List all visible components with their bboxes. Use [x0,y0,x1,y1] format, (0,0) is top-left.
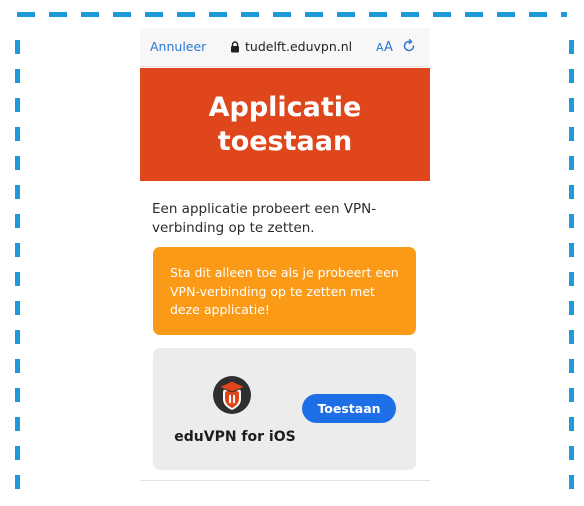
cancel-button[interactable]: Annuleer [150,39,206,54]
bottom-divider [140,480,430,481]
eduvpn-graduate-icon [213,376,251,414]
lock-icon [231,40,239,52]
reload-icon[interactable] [401,38,417,54]
reader-text-size-button[interactable]: AA [376,40,393,55]
browser-sheet: Annuleer tudelft.eduvpn.nl AA Applicatie… [140,28,430,506]
dashed-frame-right [569,40,574,496]
warning-text: Sta dit alleen toe als je probeert een V… [170,265,399,317]
url-text: tudelft.eduvpn.nl [245,39,353,54]
warning-box: Sta dit alleen toe als je probeert een V… [153,247,416,335]
address-bar[interactable]: tudelft.eduvpn.nl [230,39,352,54]
reader-a-big: A [384,40,394,55]
app-name: eduVPN for iOS [174,429,296,445]
dashed-frame-left [15,40,20,496]
page-title: Applicatie toestaan [208,91,362,157]
browser-top-bar: Annuleer tudelft.eduvpn.nl AA [140,28,430,67]
dashed-frame-top [17,12,567,17]
page-banner: Applicatie toestaan [140,68,430,181]
approve-button[interactable]: Toestaan [302,394,396,423]
reader-a-small: A [376,41,385,54]
app-card: eduVPN for iOS Toestaan [153,348,416,470]
intro-text: Een applicatie probeert een VPN-verbindi… [152,201,377,236]
